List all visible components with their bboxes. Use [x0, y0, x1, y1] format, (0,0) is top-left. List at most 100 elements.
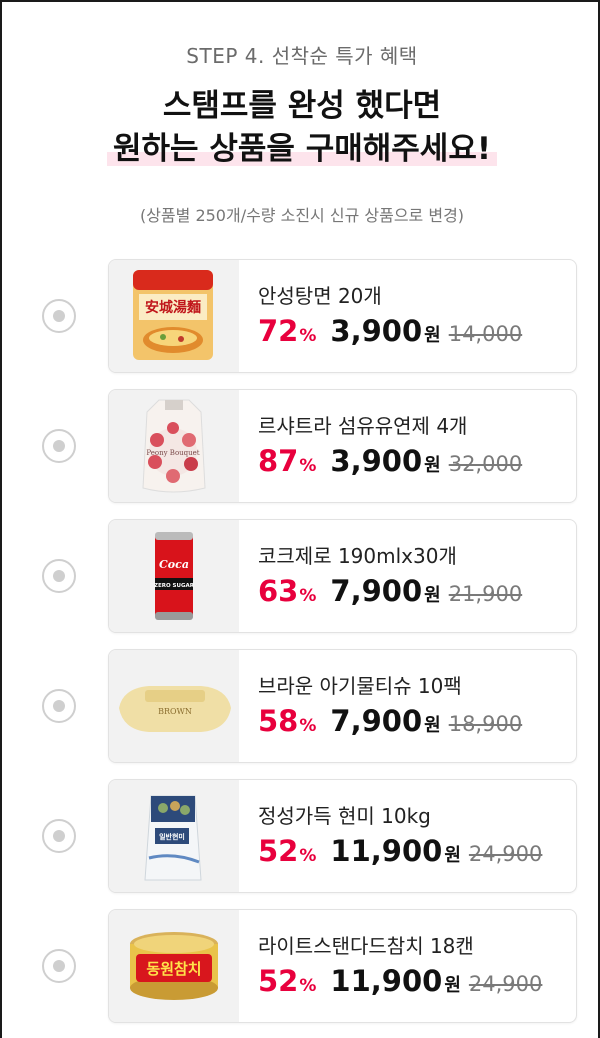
- discount-rate: 63%: [258, 574, 316, 608]
- product-row[interactable]: 安城湯麵 안성탕면 20개 72% 3,900 원 14,000: [2, 259, 600, 373]
- currency-unit: 원: [424, 585, 441, 606]
- discount-value: 52: [258, 964, 299, 998]
- product-name: 안성탕면 20개: [258, 284, 382, 308]
- product-info: 라이트스탠다드참치 18캔 52% 11,900 원 24,900: [258, 910, 568, 1022]
- sale-price: 7,900: [330, 574, 423, 608]
- percent-sign: %: [299, 586, 317, 606]
- product-prices: 58% 7,900 원 18,900: [258, 704, 522, 738]
- radio-dot: [53, 960, 65, 972]
- zero-sugar-text: ZERO SUGAR: [154, 583, 195, 589]
- sale-price: 11,900: [330, 964, 443, 998]
- percent-sign: %: [299, 976, 317, 996]
- percent-sign: %: [299, 716, 317, 736]
- discount-value: 58: [258, 704, 299, 738]
- product-prices: 63% 7,900 원 21,900: [258, 574, 522, 608]
- product-radio[interactable]: [42, 949, 76, 983]
- product-card[interactable]: 동원참치 라이트스탠다드참치 18캔 52% 11,900 원 24,900: [108, 909, 577, 1023]
- radio-dot: [53, 570, 65, 582]
- discount-rate: 72%: [258, 314, 316, 348]
- sale-price: 11,900: [330, 834, 443, 868]
- product-name: 코크제로 190mlx30개: [258, 544, 457, 568]
- product-row[interactable]: BROWN 브라운 아기물티슈 10팩 58% 7,900 원 18,900: [2, 649, 600, 763]
- product-radio[interactable]: [42, 559, 76, 593]
- product-info: 정성가득 현미 10kg 52% 11,900 원 24,900: [258, 780, 568, 892]
- discount-rate: 58%: [258, 704, 316, 738]
- discount-value: 87: [258, 444, 299, 478]
- product-radio[interactable]: [42, 689, 76, 723]
- product-card[interactable]: Coca ZERO SUGAR 코크제로 190mlx30개 63% 7,900…: [108, 519, 577, 633]
- original-price: 18,900: [448, 712, 523, 736]
- product-thumbnail: BROWN: [109, 650, 239, 762]
- product-thumbnail: 安城湯麵: [109, 260, 239, 372]
- original-price: 24,900: [468, 842, 543, 866]
- radio-dot: [53, 440, 65, 452]
- softener-label-text: Peony Bouquet: [146, 449, 199, 457]
- product-thumbnail: Peony Bouquet: [109, 390, 239, 502]
- tissue-brand-text: BROWN: [158, 707, 192, 716]
- product-prices: 52% 11,900 원 24,900: [258, 964, 542, 998]
- percent-sign: %: [299, 846, 317, 866]
- currency-unit: 원: [424, 325, 441, 346]
- product-thumbnail: 일반현미: [109, 780, 239, 892]
- product-name: 브라운 아기물티슈 10팩: [258, 674, 462, 698]
- discount-rate: 52%: [258, 834, 316, 868]
- product-thumbnail: Coca ZERO SUGAR: [109, 520, 239, 632]
- currency-unit: 원: [424, 455, 441, 476]
- product-row[interactable]: 일반현미 정성가득 현미 10kg 52% 11,900 원 24,900: [2, 779, 600, 893]
- page-title-line2-wrap: 원하는 상품을 구매해주세요!: [2, 123, 600, 168]
- product-prices: 52% 11,900 원 24,900: [258, 834, 542, 868]
- product-card[interactable]: 安城湯麵 안성탕면 20개 72% 3,900 원 14,000: [108, 259, 577, 373]
- ramen-brand-text: 安城湯麵: [145, 299, 201, 316]
- stock-note: (상품별 250개/수량 소진시 신규 상품으로 변경): [139, 206, 465, 225]
- product-name: 르샤트라 섬유유연제 4개: [258, 414, 468, 438]
- tuna-can-icon: 동원참치: [130, 932, 218, 1000]
- coke-can-icon: Coca ZERO SUGAR: [154, 532, 195, 620]
- discount-rate: 52%: [258, 964, 316, 998]
- radio-dot: [53, 700, 65, 712]
- sale-price: 3,900: [330, 444, 423, 478]
- page-title-line2: 원하는 상품을 구매해주세요!: [107, 123, 497, 168]
- product-row[interactable]: 동원참치 라이트스탠다드참치 18캔 52% 11,900 원 24,900: [2, 909, 600, 1023]
- product-info: 르샤트라 섬유유연제 4개 87% 3,900 원 32,000: [258, 390, 568, 502]
- original-price: 21,900: [448, 582, 523, 606]
- original-price: 14,000: [448, 322, 523, 346]
- page-frame: STEP 4. 선착순 특가 혜택 스탬프를 완성 했다면 원하는 상품을 구매…: [0, 0, 600, 1038]
- original-price: 24,900: [468, 972, 543, 996]
- discount-value: 63: [258, 574, 299, 608]
- rice-bag-icon: 일반현미: [144, 795, 202, 881]
- rice-label-text: 일반현미: [159, 832, 185, 841]
- wet-tissue-pack-icon: BROWN: [119, 686, 231, 732]
- product-row[interactable]: Coca ZERO SUGAR 코크제로 190mlx30개 63% 7,900…: [2, 519, 600, 633]
- product-name: 라이트스탠다드참치 18캔: [258, 934, 474, 958]
- product-card[interactable]: Peony Bouquet 르샤트라 섬유유연제 4개 87% 3,900 원 …: [108, 389, 577, 503]
- discount-rate: 87%: [258, 444, 316, 478]
- radio-dot: [53, 830, 65, 842]
- ramen-package-icon: 安城湯麵: [133, 270, 213, 360]
- product-info: 코크제로 190mlx30개 63% 7,900 원 21,900: [258, 520, 568, 632]
- product-radio[interactable]: [42, 819, 76, 853]
- product-card[interactable]: BROWN 브라운 아기물티슈 10팩 58% 7,900 원 18,900: [108, 649, 577, 763]
- page-title-line2-text: 원하는 상품을 구매해주세요!: [113, 131, 491, 167]
- discount-value: 72: [258, 314, 299, 348]
- product-prices: 72% 3,900 원 14,000: [258, 314, 522, 348]
- radio-dot: [53, 310, 65, 322]
- sale-price: 3,900: [330, 314, 423, 348]
- product-thumbnail: 동원참치: [109, 910, 239, 1022]
- fabric-softener-pouch-icon: Peony Bouquet: [142, 399, 206, 493]
- original-price: 32,000: [448, 452, 523, 476]
- product-row[interactable]: Peony Bouquet 르샤트라 섬유유연제 4개 87% 3,900 원 …: [2, 389, 600, 503]
- product-info: 안성탕면 20개 72% 3,900 원 14,000: [258, 260, 568, 372]
- product-radio[interactable]: [42, 429, 76, 463]
- coke-logo-text: Coca: [159, 558, 189, 571]
- tuna-brand-text: 동원참치: [146, 960, 201, 978]
- step-label: STEP 4. 선착순 특가 혜택: [186, 44, 418, 68]
- product-radio[interactable]: [42, 299, 76, 333]
- discount-value: 52: [258, 834, 299, 868]
- currency-unit: 원: [444, 975, 461, 996]
- percent-sign: %: [299, 326, 317, 346]
- product-card[interactable]: 일반현미 정성가득 현미 10kg 52% 11,900 원 24,900: [108, 779, 577, 893]
- sale-price: 7,900: [330, 704, 423, 738]
- product-info: 브라운 아기물티슈 10팩 58% 7,900 원 18,900: [258, 650, 568, 762]
- product-name: 정성가득 현미 10kg: [258, 804, 431, 828]
- product-prices: 87% 3,900 원 32,000: [258, 444, 522, 478]
